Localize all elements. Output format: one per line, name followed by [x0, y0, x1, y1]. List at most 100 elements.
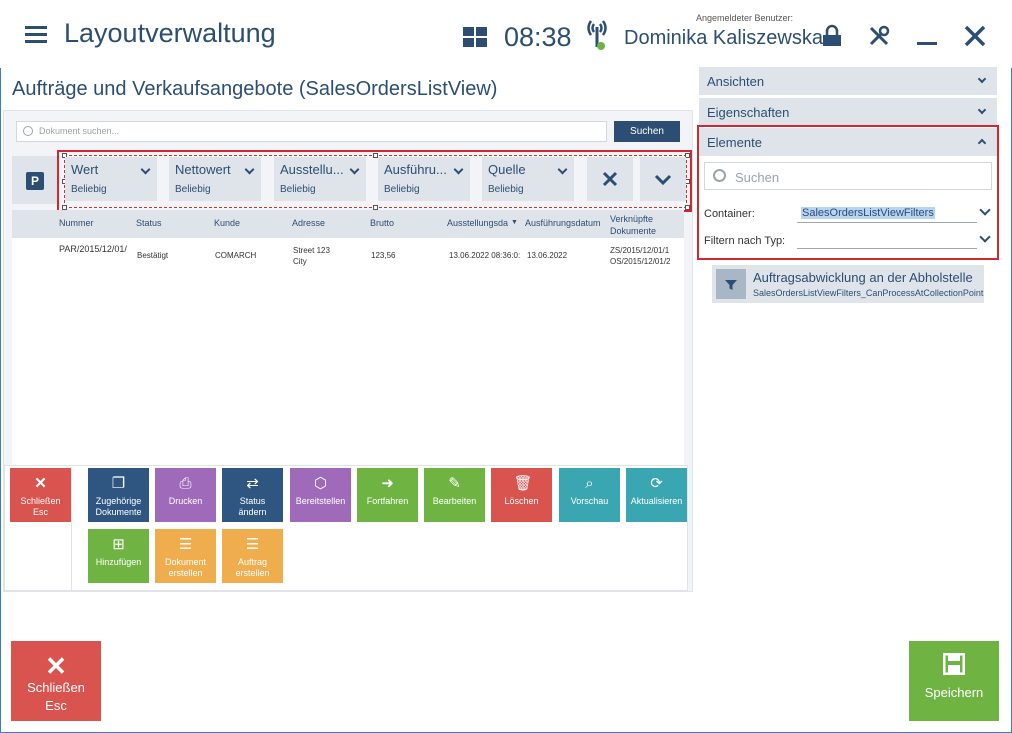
tile-label: Status [239, 496, 266, 506]
tile-label: Bearbeiten [432, 496, 477, 506]
column-header-issue-date[interactable]: Ausstellungsda [447, 218, 508, 228]
filter-icon [725, 280, 737, 290]
signal-icon[interactable] [583, 15, 611, 51]
parking-icon: P [26, 172, 44, 190]
column-header-customer[interactable]: Kunde [214, 218, 240, 228]
filter-icon-tile [716, 269, 746, 299]
app-title: Layoutverwaltung [64, 18, 276, 48]
document-search-input[interactable]: Dokument suchen... [16, 121, 607, 142]
close-icon: ✕ [45, 651, 67, 681]
preview-button[interactable]: ⌕ Vorschau [559, 468, 620, 522]
edit-button[interactable]: ✎ Bearbeiten [424, 468, 485, 522]
tools-icon[interactable] [867, 24, 891, 48]
minimize-icon[interactable] [915, 24, 939, 48]
document-lines-icon: ☰ [245, 536, 260, 553]
container-select[interactable]: SalesOrdersListViewFilters [801, 207, 935, 219]
cell-address-line1: Street 123 [293, 246, 330, 255]
tile-label: Fortfahren [366, 496, 409, 506]
tile-label: Bereitstellen [295, 496, 346, 506]
continue-button[interactable]: ➜ Fortfahren [357, 468, 418, 522]
refresh-icon: ⟳ [650, 475, 663, 492]
tiles-icon[interactable] [463, 27, 487, 47]
add-document-icon: ⊞ [112, 536, 125, 553]
save-label: Speichern [924, 685, 984, 700]
chevron-down-icon [349, 164, 360, 175]
container-label: Container: [704, 208, 755, 220]
clear-filters-button[interactable] [587, 157, 633, 201]
document-arrow-icon: ➜ [381, 475, 394, 492]
column-header-address[interactable]: Adresse [292, 218, 325, 228]
column-header-status[interactable]: Status [136, 218, 162, 228]
filter-type-label: Filtern nach Typ: [704, 235, 786, 247]
refresh-button[interactable]: ⟳ Aktualisieren [626, 468, 687, 522]
element-card[interactable]: Auftragsabwicklung an der Abholstelle Sa… [712, 265, 984, 303]
filter-value: Beliebig [488, 184, 524, 195]
filter-value: Beliebig [175, 184, 211, 195]
cell-customer: COMARCH [215, 251, 257, 260]
section-label: Ansichten [707, 74, 765, 89]
tile-label: Dokument [164, 557, 207, 567]
create-document-button[interactable]: ☰ Dokument erstellen [155, 529, 216, 583]
expand-filters-button[interactable] [640, 157, 686, 201]
search-placeholder: Suchen [735, 170, 780, 185]
element-search-input[interactable]: Suchen [704, 162, 992, 190]
filter-ausstellungsdatum[interactable]: Ausstellu... Beliebig [274, 157, 366, 201]
provide-button[interactable]: ⬡ Bereitstellen [290, 468, 351, 522]
menu-icon[interactable] [25, 26, 47, 44]
search-button[interactable]: Suchen [614, 121, 680, 142]
tile-label: Vorschau [570, 496, 609, 506]
resize-handle[interactable] [685, 205, 690, 210]
chevron-down-icon [557, 164, 568, 175]
column-header-exec-date[interactable]: Ausführungsdatum [525, 218, 601, 228]
user-name: Dominika Kaliszewska [624, 27, 823, 49]
print-button[interactable]: ⎙ Drucken [155, 468, 216, 522]
filter-wert[interactable]: Wert Beliebig [65, 157, 157, 201]
lock-icon[interactable] [820, 24, 844, 48]
box-icon: ⬡ [313, 475, 328, 492]
element-subtitle: SalesOrdersListViewFilters_CanProcessAtC… [753, 288, 984, 298]
parking-button[interactable]: P [12, 156, 58, 204]
filter-quelle[interactable]: Quelle Beliebig [482, 157, 574, 201]
add-button[interactable]: ⊞ Hinzufügen [88, 529, 149, 583]
cell-address-line2: City [293, 257, 307, 266]
delete-button[interactable]: 🗑 Löschen [491, 468, 552, 522]
close-label: Schließen [27, 680, 85, 695]
chevron-down-icon [654, 174, 672, 186]
tile-label: Zugehörige [95, 496, 142, 506]
section-eigenschaften[interactable]: Eigenschaften [699, 98, 997, 126]
filter-ausfuehrungsdatum[interactable]: Ausführu... Beliebig [378, 157, 470, 201]
cell-status: Bestätigt [137, 251, 169, 260]
save-button[interactable]: Speichern [909, 641, 999, 721]
close-icon[interactable] [963, 24, 987, 48]
filter-name: Wert [71, 162, 99, 177]
column-header-linked-docs[interactable]: Verknüpfte Dokumente [610, 213, 670, 237]
search-placeholder: Dokument suchen... [39, 126, 120, 136]
column-header-number[interactable]: Nummer [59, 218, 94, 228]
filter-name: Quelle [488, 162, 526, 177]
chevron-down-icon [244, 164, 255, 175]
user-caption: Angemeldeter Benutzer: [696, 13, 794, 23]
clock: 08:38 [504, 22, 572, 52]
close-icon [602, 171, 618, 187]
related-documents-button[interactable]: ❐ Zugehörige Dokumente [88, 468, 149, 522]
tile-label: Hinzufügen [95, 557, 142, 567]
section-ansichten[interactable]: Ansichten [699, 67, 997, 95]
sort-desc-icon: ▼ [511, 219, 518, 226]
column-header-gross[interactable]: Brutto [370, 218, 394, 228]
filter-value: Beliebig [384, 184, 420, 195]
filter-nettowert[interactable]: Nettowert Beliebig [169, 157, 261, 201]
create-order-button[interactable]: ☰ Auftrag erstellen [222, 529, 283, 583]
change-status-button[interactable]: ⇄ Status ändern [222, 468, 283, 522]
section-label: Eigenschaften [707, 105, 790, 120]
close-tile-button[interactable]: ✕ Schließen Esc [10, 468, 71, 522]
printer-icon: ⎙ [179, 475, 192, 492]
field-underline [797, 248, 977, 249]
list-empty-area [12, 272, 684, 465]
filter-value: Beliebig [280, 184, 316, 195]
tile-label: Drucken [168, 496, 203, 506]
cell-issue-date: 13.06.2022 08:36:0: [449, 251, 521, 260]
close-button[interactable]: ✕ Schließen Esc [11, 641, 101, 721]
chevron-down-icon [977, 105, 987, 115]
preview-icon: ⌕ [585, 475, 594, 492]
cell-number: PAR/2015/12/01/ [59, 244, 127, 254]
